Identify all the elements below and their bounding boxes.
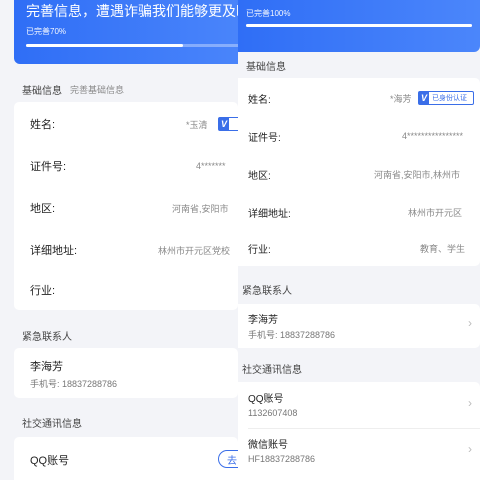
- basic-info-card: 姓名: *玉清 V 证件号: 4******* 地区: 河南省,安阳市 详细地址…: [14, 102, 238, 310]
- divider: [248, 428, 480, 429]
- contact-name: 李海芳: [248, 315, 278, 326]
- row-value: *玉清: [186, 119, 208, 130]
- row-value: 4*******: [196, 161, 226, 171]
- row-label: 行业:: [30, 285, 56, 297]
- section-title: 基础信息: [22, 85, 62, 97]
- row-industry[interactable]: 行业: 教育、学生: [238, 236, 480, 260]
- progress-bar-fill: [246, 24, 472, 27]
- row-value: 4****************: [402, 131, 464, 141]
- row-label: 姓名:: [248, 94, 271, 106]
- qq-label: QQ账号: [30, 455, 70, 467]
- banner-title: 完善信息，遭遇诈骗我们能够更及时的: [26, 3, 238, 19]
- basic-info-header: 基础信息: [238, 52, 480, 78]
- row-id-number[interactable]: 证件号: 4****************: [238, 124, 480, 148]
- section-title: 紧急联系人: [242, 285, 292, 297]
- row-label: 地区:: [248, 170, 271, 182]
- list-item-qq[interactable]: QQ账号 1132607408 ›: [238, 382, 480, 428]
- right-screenshot: 已完善100% 基础信息 姓名: *海芳 V 已身份认证 证件号: 4*****…: [238, 0, 480, 480]
- chevron-right-icon: ›: [468, 316, 472, 330]
- section-title: 基础信息: [246, 61, 286, 73]
- go-button[interactable]: 去: [218, 450, 238, 468]
- row-id-number[interactable]: 证件号: 4*******: [14, 154, 238, 178]
- emergency-contact-card[interactable]: 李海芳 手机号: 18837288786: [14, 348, 238, 398]
- row-label: 详细地址:: [30, 245, 78, 257]
- item-label: 微信账号: [248, 440, 288, 451]
- progress-bar: [26, 44, 238, 47]
- row-name[interactable]: 姓名: *玉清 V: [14, 112, 238, 136]
- row-label: 证件号:: [248, 132, 281, 144]
- row-value: 河南省,安阳市,林州市: [374, 169, 461, 180]
- contact-phone: 手机号: 18837288786: [30, 379, 118, 389]
- row-region[interactable]: 地区: 河南省,安阳市,林州市: [238, 162, 480, 186]
- basic-info-header: 基础信息 完善基础信息: [0, 76, 238, 102]
- emergency-header: 紧急联系人: [238, 276, 480, 302]
- progress-label: 已完善70%: [26, 27, 67, 36]
- contact-name: 李海芳: [30, 361, 63, 373]
- row-label: 证件号:: [30, 161, 67, 173]
- row-address[interactable]: 详细地址: 林州市开元区: [238, 200, 480, 224]
- row-address[interactable]: 详细地址: 林州市开元区党校: [14, 238, 238, 262]
- section-title: 社交通讯信息: [22, 418, 82, 430]
- emergency-contact-card[interactable]: 李海芳 手机号: 18837288786 ›: [238, 304, 480, 348]
- row-value: *海芳: [390, 93, 412, 104]
- row-value: 林州市开元区: [408, 207, 463, 218]
- progress-label: 已完善100%: [246, 9, 291, 18]
- section-title: 紧急联系人: [22, 331, 72, 343]
- row-value: 林州市开元区党校: [158, 245, 231, 256]
- row-label: 详细地址:: [248, 208, 291, 220]
- progress-banner: 完善信息，遭遇诈骗我们能够更及时的 已完善70%: [14, 0, 238, 64]
- row-name[interactable]: 姓名: *海芳 V 已身份认证: [238, 86, 480, 110]
- chevron-right-icon: ›: [468, 442, 472, 456]
- progress-banner: 已完善100%: [238, 0, 480, 52]
- list-item-wechat[interactable]: 微信账号 HF18837288786 ›: [238, 430, 480, 476]
- emergency-header: 紧急联系人: [0, 322, 238, 348]
- vip-icon: V: [419, 92, 430, 104]
- row-industry[interactable]: 行业:: [14, 278, 238, 302]
- item-value: 1132607408: [248, 408, 298, 418]
- row-label: 姓名:: [30, 119, 56, 131]
- chevron-right-icon: ›: [468, 396, 472, 410]
- vip-icon: V: [219, 118, 230, 130]
- row-label: 地区:: [30, 203, 56, 215]
- row-value: 教育、学生: [420, 243, 466, 254]
- social-header: 社交通讯信息: [0, 409, 238, 435]
- item-label: QQ账号: [248, 394, 284, 405]
- row-label: 行业:: [248, 244, 271, 256]
- row-value: 河南省,安阳市: [172, 203, 229, 214]
- progress-bar: [246, 24, 472, 27]
- left-screenshot: 完善信息，遭遇诈骗我们能够更及时的 已完善70% 基础信息 完善基础信息 姓名:…: [0, 0, 238, 480]
- progress-bar-fill: [26, 44, 183, 47]
- cert-badge: V 已身份认证: [418, 91, 474, 105]
- item-value: HF18837288786: [248, 454, 316, 464]
- qq-account-card[interactable]: QQ账号 去: [14, 437, 238, 480]
- section-subtitle: 完善基础信息: [70, 84, 125, 95]
- social-card: QQ账号 1132607408 › 微信账号 HF18837288786 ›: [238, 382, 480, 480]
- contact-phone: 手机号: 18837288786: [248, 330, 336, 340]
- row-region[interactable]: 地区: 河南省,安阳市: [14, 196, 238, 220]
- section-title: 社交通讯信息: [242, 364, 302, 376]
- cert-label: 已身份认证: [432, 95, 468, 102]
- cert-badge: V: [218, 117, 238, 131]
- social-header: 社交通讯信息: [238, 355, 480, 381]
- basic-info-card: 姓名: *海芳 V 已身份认证 证件号: 4**************** 地…: [238, 78, 480, 266]
